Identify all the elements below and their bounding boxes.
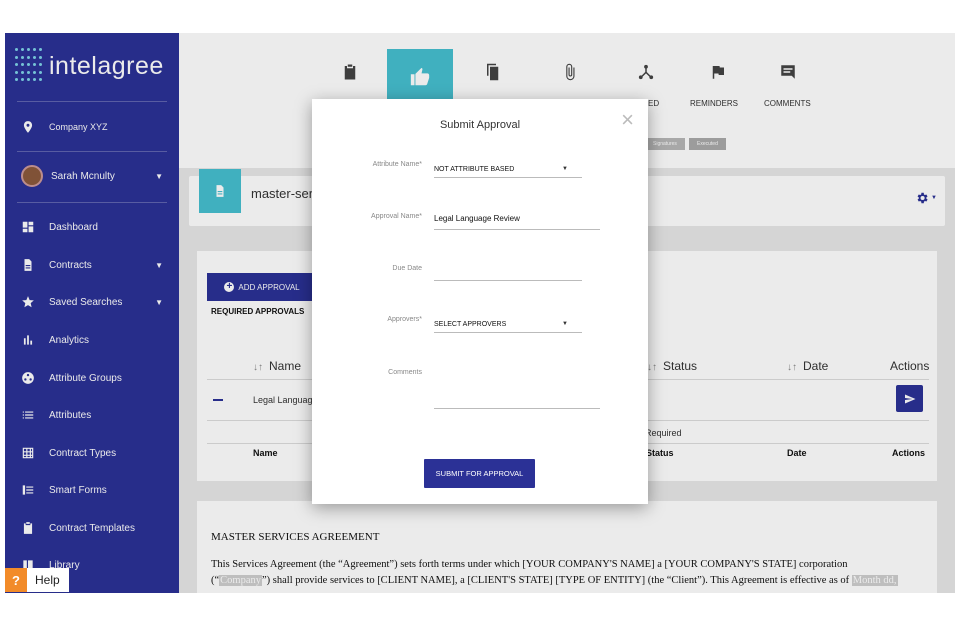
dialog-title: Submit Approval [439, 119, 521, 131]
attribute-name-select[interactable]: NOT ATTRIBUTE BASED ▼ [434, 162, 582, 178]
question-icon: ? [5, 568, 27, 592]
comments-label: Comments [388, 369, 422, 376]
attribute-name-value: NOT ATTRIBUTE BASED [434, 166, 515, 173]
caret-down-icon: ▼ [562, 166, 568, 172]
app-window: intelagree Company XYZ Sarah Mcnulty ▼ D… [5, 33, 955, 593]
approval-name-label: Approval Name* [371, 213, 422, 220]
approval-name-value: Legal Language Review [434, 213, 520, 223]
comments-textarea[interactable] [434, 391, 600, 409]
due-date-label: Due Date [392, 265, 422, 272]
submit-approval-dialog: Submit Approval × Attribute Name* NOT AT… [312, 99, 648, 504]
approval-name-input[interactable]: Legal Language Review [434, 209, 600, 230]
help-button[interactable]: ? Help [5, 568, 69, 592]
caret-down-icon: ▼ [562, 321, 568, 327]
due-date-input[interactable] [434, 265, 582, 281]
help-label: Help [35, 573, 60, 587]
close-icon[interactable]: × [621, 107, 634, 133]
approvers-value: SELECT APPROVERS [434, 321, 507, 328]
approvers-select[interactable]: SELECT APPROVERS ▼ [434, 317, 582, 333]
submit-for-approval-button[interactable]: SUBMIT FOR APPROVAL [424, 459, 535, 488]
approvers-label: Approvers* [387, 316, 422, 323]
attribute-name-label: Attribute Name* [372, 161, 422, 168]
